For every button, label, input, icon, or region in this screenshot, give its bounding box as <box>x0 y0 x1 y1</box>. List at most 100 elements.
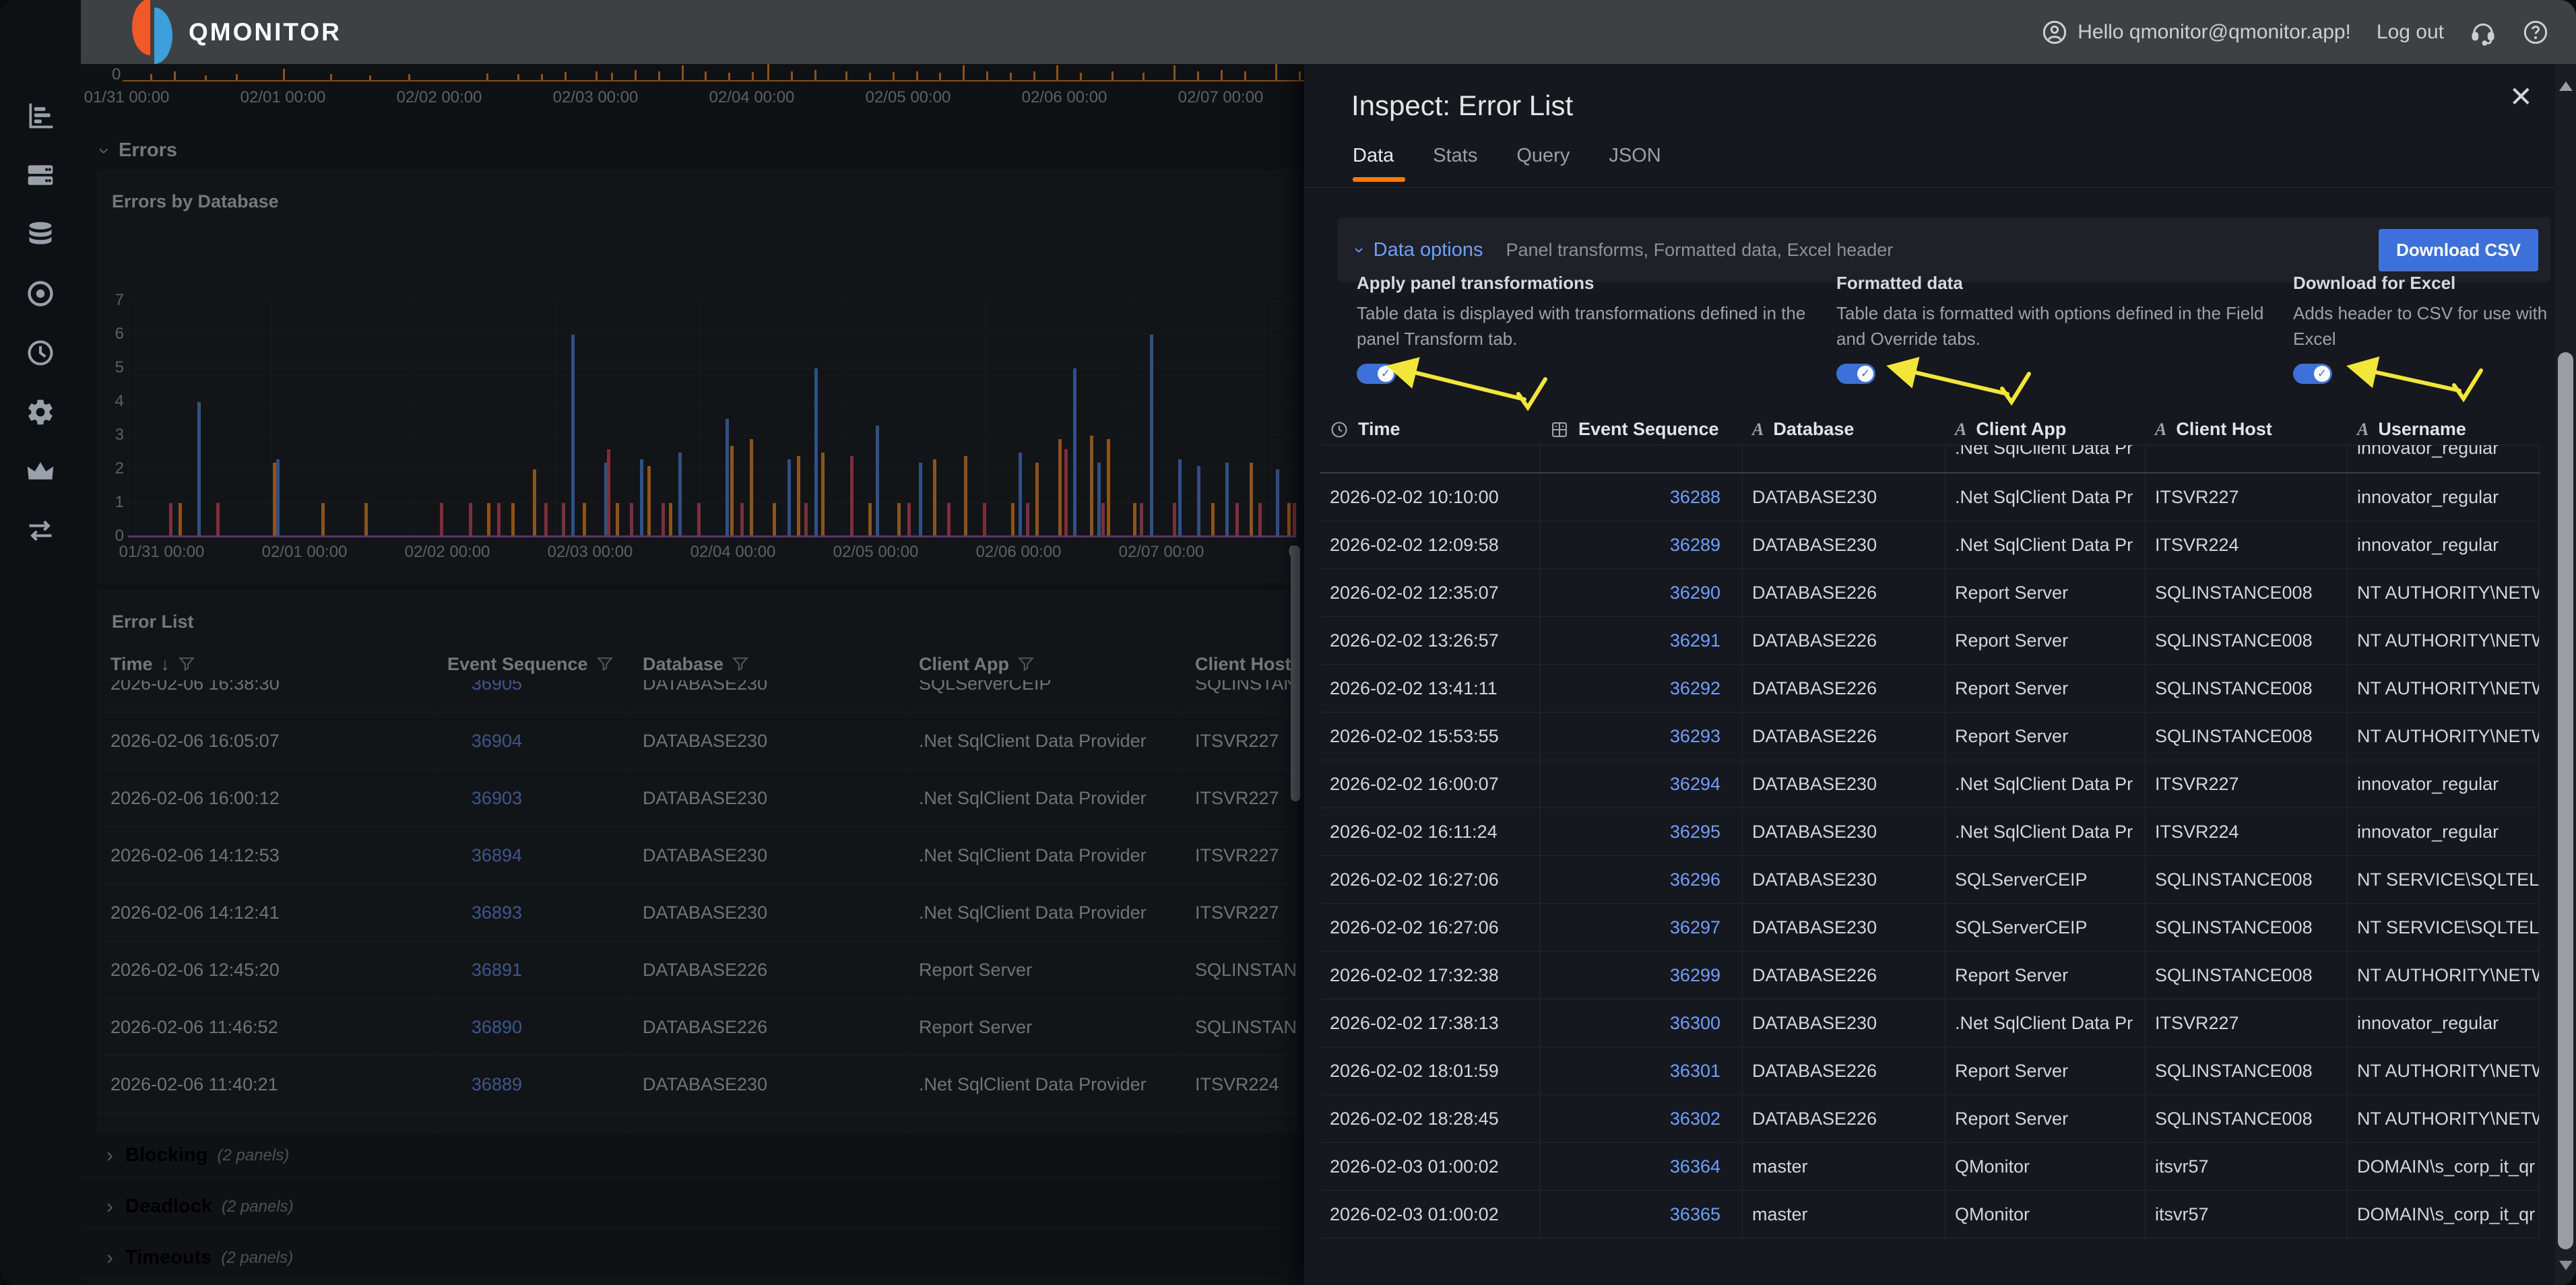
table-row: 2026-02-02 16:27:06 36297 DATABASE230 SQ… <box>1320 904 2540 952</box>
drawer-title: Inspect: Error List <box>1351 90 1573 122</box>
support-headset-icon[interactable] <box>2470 19 2497 46</box>
database-icon[interactable] <box>26 220 55 249</box>
column-header-username[interactable]: A Username <box>2348 419 2540 440</box>
panel-error-list: Error List Time ↓ Event Sequence Databas… <box>98 591 1297 1133</box>
record-icon[interactable] <box>26 279 55 308</box>
string-field-icon: A <box>1752 420 1764 440</box>
column-header-client-app[interactable]: A Client App <box>1945 419 2146 440</box>
event-sequence-link[interactable]: 36292 <box>1541 665 1743 712</box>
toggle-switch-on[interactable]: ✓ <box>1836 364 1875 384</box>
partial-row-top: 2026-02-06 16:38:30 36905 DATABASE230 SQ… <box>98 680 1296 713</box>
tab-data[interactable]: Data <box>1353 145 1394 182</box>
servers-icon[interactable] <box>26 160 55 190</box>
brand-name: QMONITOR <box>189 18 342 46</box>
grid-number-icon <box>1550 420 1569 439</box>
event-sequence-link[interactable]: 36301 <box>1541 1047 1743 1094</box>
sort-desc-icon[interactable]: ↓ <box>161 654 170 675</box>
toggle-apply-transformations: Apply panel transformations Table data i… <box>1357 273 1815 384</box>
chevron-right-icon: › <box>106 1195 113 1218</box>
table-row: 2026-02-02 16:00:07 36294 DATABASE230 .N… <box>1320 760 2540 808</box>
filter-funnel-icon[interactable] <box>596 655 614 673</box>
transfer-arrows-icon[interactable] <box>26 516 55 546</box>
event-sequence-link[interactable]: 36300 <box>1541 999 1743 1047</box>
event-sequence-link[interactable]: 36297 <box>1541 904 1743 951</box>
event-sequence-link[interactable]: 36291 <box>1541 617 1743 664</box>
app-window: QMONITOR Hello qmonitor@qmonitor.app! Lo… <box>0 0 2576 1285</box>
brand[interactable]: QMONITOR <box>132 0 342 66</box>
filter-funnel-icon[interactable] <box>732 655 749 673</box>
event-sequence-link[interactable]: 36293 <box>1541 713 1743 760</box>
column-header-event-sequence[interactable]: Event Sequence <box>1541 419 1743 440</box>
event-sequence-link[interactable]: 36365 <box>1541 1191 1743 1238</box>
scroll-down-arrow[interactable] <box>2559 1261 2573 1270</box>
collapsed-section-row[interactable]: › Timeouts (2 panels) <box>81 1237 1280 1279</box>
crown-icon[interactable] <box>26 457 55 486</box>
event-sequence-link[interactable]: 36364 <box>1541 1143 1743 1190</box>
inspect-table: Time Event Sequence A Database A Client … <box>1320 414 2540 1239</box>
history-icon[interactable] <box>26 338 55 368</box>
scroll-up-arrow[interactable] <box>2559 81 2573 91</box>
event-sequence-link[interactable]: 36294 <box>1541 760 1743 808</box>
data-options-toggle[interactable]: › Data options <box>1357 239 1483 261</box>
qmonitor-logo-icon <box>132 0 176 66</box>
section-errors[interactable]: › Errors <box>101 139 177 162</box>
gear-icon[interactable] <box>26 397 55 427</box>
column-header-time[interactable]: Time <box>1320 419 1541 440</box>
dashboard-scrollbar-thumb[interactable] <box>1291 546 1300 801</box>
edb-zero-baseline <box>128 535 1296 537</box>
table-row: 2026-02-06 11:40:21 36889 DATABASE230 .N… <box>98 1056 1296 1113</box>
column-header-client-host[interactable]: A Client Host <box>2146 419 2348 440</box>
filter-funnel-icon[interactable] <box>178 655 195 673</box>
event-sequence-link[interactable]: 36288 <box>1541 473 1743 521</box>
bar-chart-icon[interactable] <box>26 101 55 131</box>
logout-link[interactable]: Log out <box>2377 21 2444 44</box>
toggle-switch-on[interactable]: ✓ <box>2293 364 2332 384</box>
check-icon: ✓ <box>1378 366 1394 382</box>
chevron-down-icon: › <box>1349 247 1370 253</box>
data-options-summary: Panel transforms, Formatted data, Excel … <box>1506 240 1894 261</box>
toggle-formatted-data: Formatted data Table data is formatted w… <box>1836 273 2274 384</box>
event-sequence-link[interactable]: 36299 <box>1541 952 1743 999</box>
edb-plot-area[interactable] <box>128 300 1296 537</box>
error-list-body: 2026-02-06 16:38:30 36905 DATABASE230 SQ… <box>98 680 1296 1133</box>
table-row: 2026-02-02 17:38:13 36300 DATABASE230 .N… <box>1320 999 2540 1047</box>
event-sequence-link[interactable]: 36296 <box>1541 856 1743 903</box>
scrollbar-thumb[interactable] <box>2558 352 2573 1249</box>
tabs-divider <box>1304 187 2576 188</box>
column-header-client-app[interactable]: Client App <box>907 654 1183 675</box>
collapsed-section-row[interactable]: › Blocking (2 panels) <box>81 1135 1280 1177</box>
dashboard: 0 01/31 00:0002/01 00:0002/02 00:0002/03… <box>81 64 1304 1285</box>
table-row: 2026-02-06 11:46:52 36890 DATABASE226 Re… <box>98 999 1296 1056</box>
panel-title: Error List <box>112 612 194 632</box>
column-header-client-host[interactable]: Client Host <box>1183 654 1296 675</box>
drawer-scrollbar[interactable] <box>2555 64 2576 1285</box>
tab-query[interactable]: Query <box>1516 145 1570 182</box>
top-panel-x-axis: 01/31 00:0002/01 00:0002/02 00:0002/03 0… <box>81 88 1304 108</box>
toggle-switch-on[interactable]: ✓ <box>1357 364 1396 384</box>
event-sequence-link[interactable]: 36295 <box>1541 808 1743 855</box>
error-list-rows: 2026-02-06 16:05:07 36904 DATABASE230 .N… <box>98 713 1296 1113</box>
download-csv-button[interactable]: Download CSV <box>2379 229 2538 271</box>
inspect-drawer: Inspect: Error List ✕ Data Stats Query J… <box>1304 64 2576 1285</box>
column-header-database[interactable]: Database <box>631 654 907 675</box>
tab-json[interactable]: JSON <box>1609 145 1661 182</box>
table-row: 2026-02-02 16:27:06 36296 DATABASE230 SQ… <box>1320 856 2540 904</box>
help-icon[interactable] <box>2522 19 2549 46</box>
event-sequence-link[interactable]: 36302 <box>1541 1095 1743 1142</box>
chevron-right-icon: › <box>106 1247 113 1270</box>
column-header-database[interactable]: A Database <box>1743 419 1945 440</box>
close-icon[interactable]: ✕ <box>2509 83 2533 111</box>
column-header-event-sequence[interactable]: Event Sequence <box>435 654 631 675</box>
collapsed-section-row[interactable]: › Deadlock (2 panels) <box>81 1186 1280 1228</box>
event-sequence-link[interactable]: 36289 <box>1541 521 1743 568</box>
partial-row-bottom: 2026-02-06 11:05:06 36888 DATABASE226 Re… <box>98 1113 1296 1133</box>
table-row: 2026-02-02 13:41:11 36292 DATABASE226 Re… <box>1320 665 2540 713</box>
user-icon <box>2041 19 2068 46</box>
column-header-time[interactable]: Time ↓ <box>98 654 435 675</box>
event-sequence-link[interactable]: 36290 <box>1541 569 1743 616</box>
toggle-download-for-excel: Download for Excel Adds header to CSV fo… <box>2293 273 2576 384</box>
filter-funnel-icon[interactable] <box>1017 655 1035 673</box>
panel-title: Errors by Database <box>112 191 279 212</box>
tab-stats[interactable]: Stats <box>1433 145 1477 182</box>
partial-row-top: .Net SqlClient Data Pr innovator_regular <box>1320 445 2540 473</box>
